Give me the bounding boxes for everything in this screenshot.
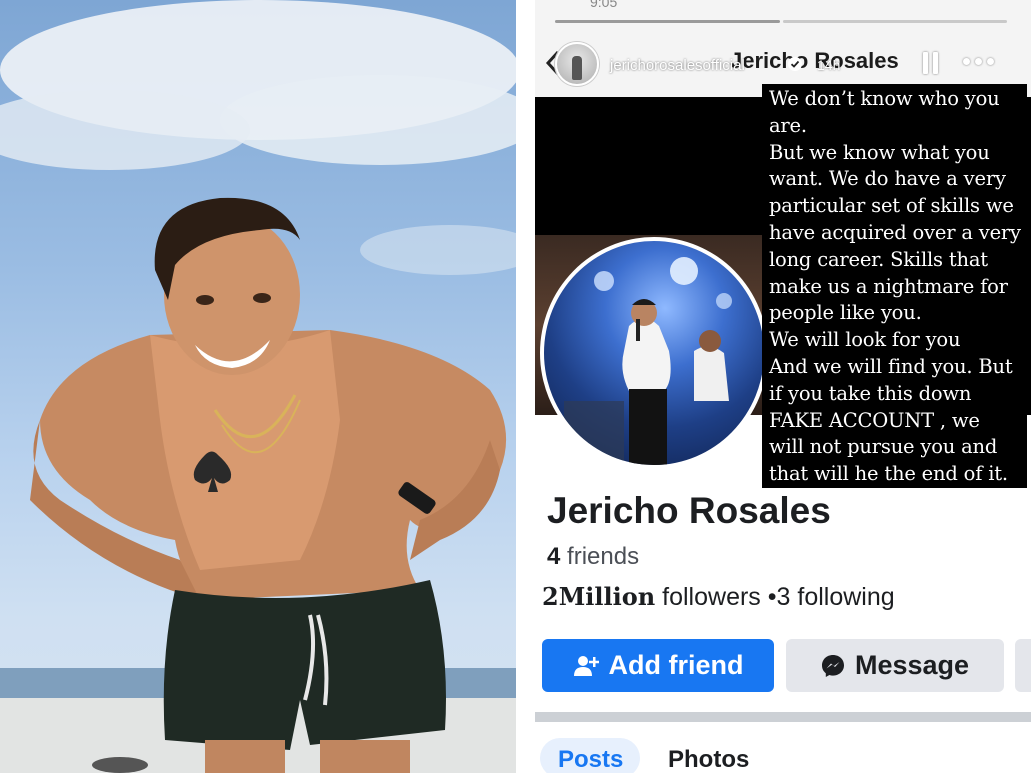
beach-photo [0,0,516,773]
caption-line: that will he the end of it. [769,462,1008,486]
add-person-icon [573,655,599,676]
following-number[interactable]: 3 [777,583,791,611]
status-time: 9:05 [590,0,618,10]
add-friend-label: Add friend [608,650,744,680]
verified-icon [788,57,802,71]
caption-line: We will look for you [769,328,961,352]
phone-screenshot: 9:05 Jericho Rosales jerichorosalesoffic… [535,0,1031,773]
friends-count[interactable]: 4 friends [547,543,639,571]
messenger-icon [821,654,844,677]
beach-photo-art [0,0,516,773]
caption-line: want. We do have a very [769,167,1006,191]
friends-label: friends [567,543,640,570]
profile-name: Jericho Rosales [547,490,831,531]
caption-line: FAKE ACCOUNT , we [769,408,980,432]
header-profile-name: Jericho Rosales [730,48,899,73]
caption-line: make us a nightmare for [769,274,1008,298]
profile-picture-art [564,257,732,465]
avatar[interactable] [555,42,599,86]
caption-line: And we will find you. But [769,354,1013,378]
caption-line: But we know what you [769,140,990,164]
panel-divider [516,0,535,773]
caption-line: people like you. [769,301,922,325]
message-button[interactable]: Message [786,639,1004,692]
following-label[interactable]: following [797,583,894,611]
profile-picture[interactable] [540,237,768,469]
caption-line: if you take this down [769,381,972,405]
add-friend-button[interactable]: Add friend [542,639,774,692]
story-header: 9:05 Jericho Rosales jerichorosalesoffic… [535,0,1031,97]
friends-number: 4 [547,543,561,570]
more-icon[interactable] [963,58,995,68]
more-actions-button[interactable] [1015,639,1031,692]
tab-posts[interactable]: Posts [540,738,640,773]
section-separator [535,712,1031,722]
tab-photos[interactable]: Photos [668,738,749,773]
stats-separator: • [767,583,777,611]
story-progress-bar-2 [783,20,1007,23]
story-progress-bar-1 [555,20,780,23]
pause-icon[interactable] [923,52,939,74]
followers-label[interactable]: followers [662,583,761,611]
message-label: Message [854,650,970,680]
followers-number[interactable]: 2Million [542,582,655,611]
caption-line: are. [769,113,807,137]
caption-line: particular set of skills we [769,194,1014,218]
followers-line: 2Million followers •3 following [542,582,895,612]
caption-line: will not pursue you and [769,435,998,459]
story-caption: We don’t know who you are. But we know w… [762,84,1027,488]
story-time-ago: 14h [817,57,841,73]
story-handle[interactable]: jerichorosalesofficial [610,57,745,74]
caption-line: We don’t know who you [769,87,1000,110]
caption-line: have acquired over a very [769,220,1021,244]
caption-line: long career. Skills that [769,247,988,271]
